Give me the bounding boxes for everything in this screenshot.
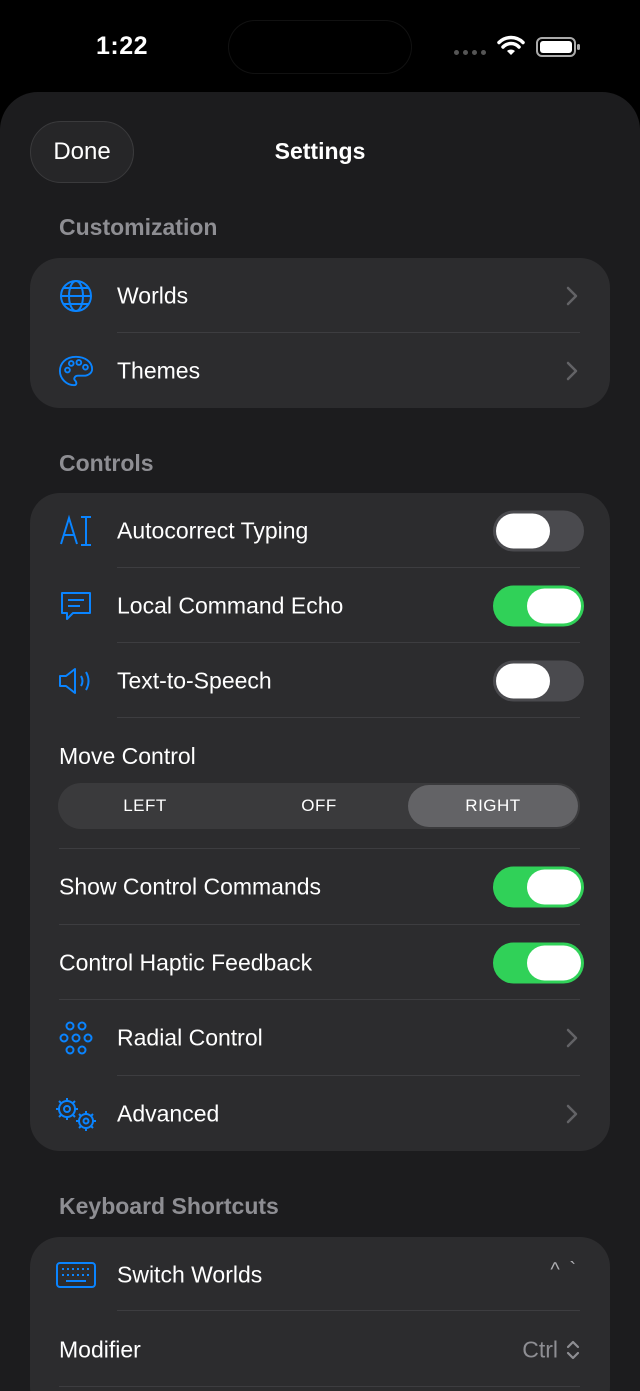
divider bbox=[117, 717, 580, 718]
status-time: 1:22 bbox=[96, 32, 149, 60]
tts-row: Text-to-Speech bbox=[30, 643, 610, 718]
chevron-right-icon bbox=[566, 286, 578, 305]
tts-toggle[interactable] bbox=[493, 660, 584, 701]
local-echo-row: Local Command Echo bbox=[30, 568, 610, 643]
wifi-icon bbox=[497, 35, 525, 55]
haptic-label: Control Haptic Feedback bbox=[59, 949, 313, 975]
move-control-label: Move Control bbox=[59, 743, 196, 769]
radial-control-row[interactable]: Radial Control bbox=[30, 1000, 610, 1075]
segment-right[interactable]: RIGHT bbox=[408, 785, 578, 827]
section-header-customization: Customization bbox=[59, 214, 218, 240]
segment-off[interactable]: OFF bbox=[232, 783, 406, 829]
show-commands-row: Show Control Commands bbox=[30, 849, 610, 924]
move-control-segmented: LEFT OFF RIGHT bbox=[58, 783, 580, 829]
chevron-right-icon bbox=[566, 1028, 578, 1047]
segment-left[interactable]: LEFT bbox=[58, 783, 232, 829]
keyboard-icon bbox=[56, 1257, 96, 1293]
worlds-label: Worlds bbox=[117, 282, 189, 308]
dynamic-island bbox=[229, 21, 411, 73]
shortcut-indicator: ^ ` bbox=[550, 1259, 578, 1281]
advanced-label: Advanced bbox=[117, 1100, 220, 1126]
chevron-right-icon bbox=[566, 1104, 578, 1123]
palette-icon bbox=[58, 353, 94, 389]
local-echo-label: Local Command Echo bbox=[117, 592, 344, 618]
text-cursor-icon bbox=[58, 513, 94, 549]
modifier-label: Modifier bbox=[59, 1336, 141, 1362]
divider bbox=[59, 1386, 580, 1387]
controls-card: Autocorrect Typing Local Command Echo Te… bbox=[30, 493, 610, 1151]
worlds-row[interactable]: Worlds bbox=[30, 258, 610, 333]
divider bbox=[117, 1310, 580, 1311]
haptic-row: Control Haptic Feedback bbox=[30, 925, 610, 1000]
radial-control-label: Radial Control bbox=[117, 1024, 263, 1050]
section-header-controls: Controls bbox=[59, 450, 154, 476]
advanced-row[interactable]: Advanced bbox=[30, 1076, 610, 1151]
modifier-value: Ctrl bbox=[522, 1336, 558, 1362]
keyboard-shortcuts-card: Switch Worlds ^ ` Modifier Ctrl bbox=[30, 1237, 610, 1391]
battery-icon bbox=[536, 37, 580, 57]
themes-row[interactable]: Themes bbox=[30, 333, 610, 408]
autocorrect-row: Autocorrect Typing bbox=[30, 493, 610, 568]
message-icon bbox=[58, 588, 94, 624]
switch-worlds-label: Switch Worlds bbox=[117, 1261, 263, 1287]
chevron-up-down-icon bbox=[566, 1340, 580, 1359]
radial-icon bbox=[58, 1020, 94, 1056]
switch-worlds-row[interactable]: Switch Worlds ^ ` bbox=[30, 1237, 610, 1312]
autocorrect-toggle[interactable] bbox=[493, 510, 584, 551]
tts-label: Text-to-Speech bbox=[117, 667, 272, 693]
page-title: Settings bbox=[274, 138, 366, 164]
haptic-toggle[interactable] bbox=[493, 942, 584, 983]
speaker-icon bbox=[58, 663, 94, 699]
section-header-keyboard-shortcuts: Keyboard Shortcuts bbox=[59, 1193, 279, 1219]
customization-card: Worlds Themes bbox=[30, 258, 610, 408]
gears-icon bbox=[54, 1096, 98, 1132]
show-commands-toggle[interactable] bbox=[493, 866, 584, 907]
chevron-right-icon bbox=[566, 361, 578, 380]
show-commands-label: Show Control Commands bbox=[59, 873, 322, 899]
themes-label: Themes bbox=[117, 357, 201, 383]
modifier-row[interactable]: Modifier Ctrl bbox=[30, 1312, 610, 1387]
cellular-signal-icon bbox=[454, 50, 488, 56]
local-echo-toggle[interactable] bbox=[493, 585, 584, 626]
globe-icon bbox=[58, 278, 94, 314]
status-bar: 1:22 bbox=[0, 0, 640, 92]
autocorrect-label: Autocorrect Typing bbox=[117, 517, 309, 543]
